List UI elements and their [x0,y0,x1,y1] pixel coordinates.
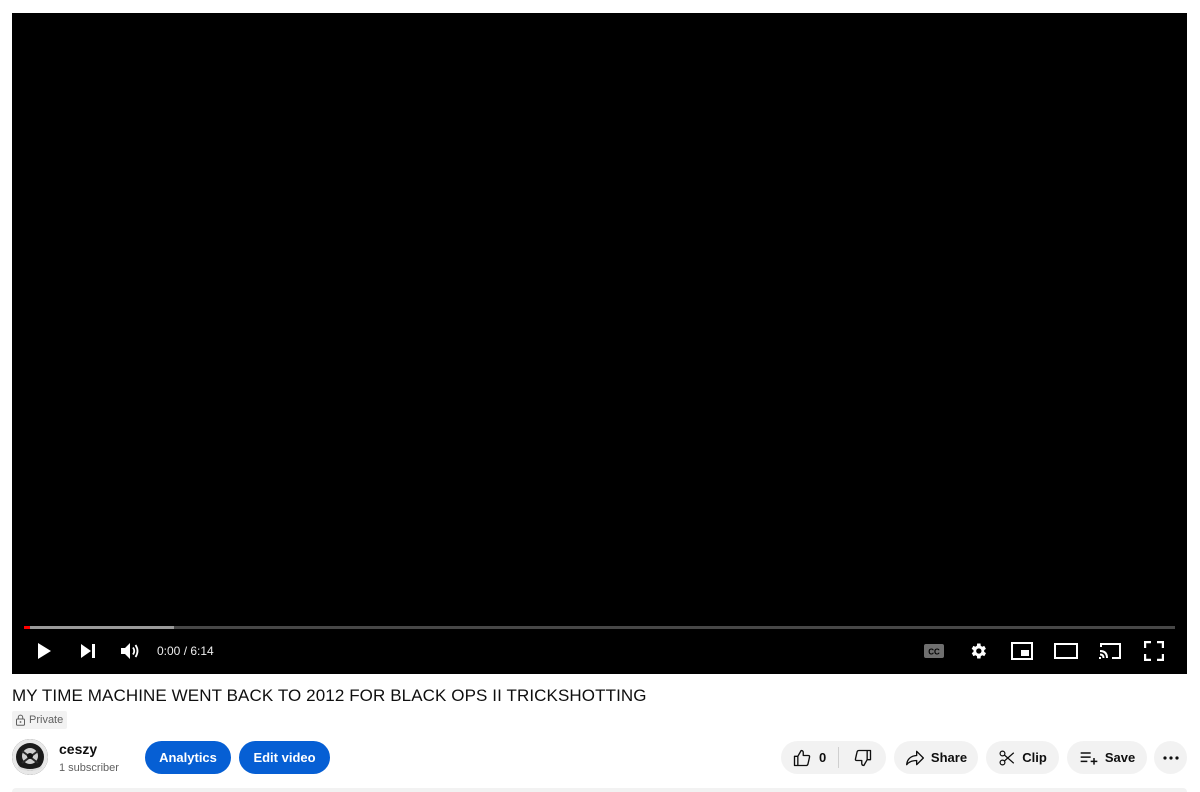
video-title: MY TIME MACHINE WENT BACK TO 2012 FOR BL… [12,686,647,705]
progress-bar[interactable] [24,626,1175,629]
captions-icon: CC [924,644,944,658]
save-button[interactable]: Save [1067,741,1147,774]
save-label: Save [1104,750,1136,765]
thumbs-up-icon [793,749,811,766]
progress-played [24,626,30,629]
fullscreen-button[interactable] [1136,633,1172,669]
visibility-badge: Private [12,711,68,729]
cast-button[interactable] [1092,633,1128,669]
time-display: 0:00 / 6:14 [157,644,214,658]
thumbs-down-icon [854,749,871,766]
player-controls: 0:00 / 6:14 CC [12,633,1187,669]
settings-icon [971,643,986,659]
more-horizontal-icon [1162,755,1179,760]
share-label: Share [930,750,968,765]
volume-icon [121,643,139,659]
mute-button[interactable] [112,633,148,669]
like-button[interactable]: 0 [781,741,838,774]
progress-buffered [24,626,174,629]
next-icon [81,644,95,658]
clip-button[interactable]: Clip [986,741,1059,774]
edit-video-button[interactable]: Edit video [239,741,330,774]
description-box-edge [12,788,1187,792]
lock-icon [16,714,25,726]
dislike-button[interactable] [839,741,886,774]
channel-avatar[interactable] [12,739,48,775]
share-button[interactable]: Share [894,741,978,774]
like-count: 0 [819,750,827,765]
miniplayer-icon [1011,642,1033,660]
scissors-icon [999,749,1015,766]
settings-button[interactable] [960,633,996,669]
theater-mode-icon [1054,643,1078,659]
avatar-image [12,739,48,775]
svg-text:CC: CC [928,648,940,657]
next-button[interactable] [70,633,106,669]
captions-button[interactable]: CC [916,633,952,669]
channel-name[interactable]: ceszy [59,741,97,757]
like-dislike-group: 0 [781,741,886,774]
miniplayer-button[interactable] [1004,633,1040,669]
play-button[interactable] [26,633,62,669]
theater-mode-button[interactable] [1048,633,1084,669]
fullscreen-icon [1144,641,1164,661]
video-player[interactable]: 0:00 / 6:14 CC [12,13,1187,674]
cast-icon [1099,643,1121,659]
play-icon [38,643,51,659]
clip-label: Clip [1022,750,1047,765]
analytics-button[interactable]: Analytics [145,741,231,774]
subscriber-count: 1 subscriber [59,762,119,774]
visibility-label: Private [29,714,64,726]
playlist-add-icon [1080,751,1098,765]
more-actions-button[interactable] [1154,741,1187,774]
share-icon [905,750,924,765]
